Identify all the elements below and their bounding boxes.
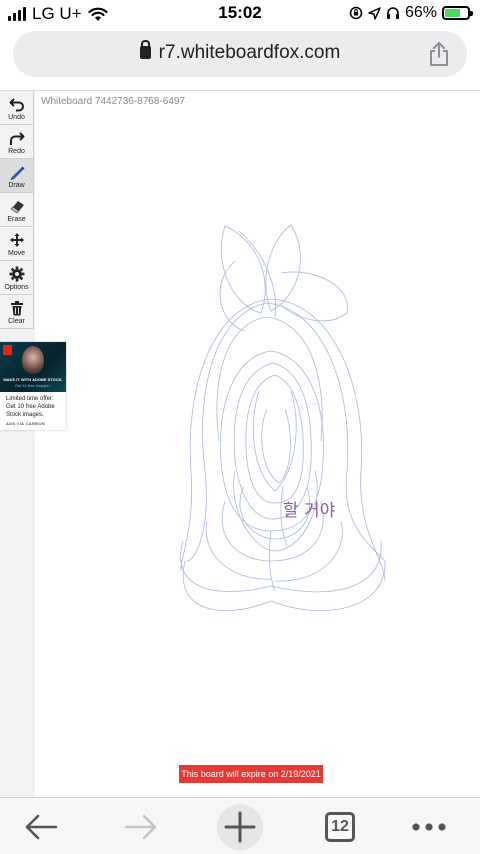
whiteboard-drawing: 할 거야 xyxy=(180,224,386,612)
new-tab-button[interactable] xyxy=(217,804,263,850)
forward-button[interactable] xyxy=(118,798,164,854)
adobe-logo-icon xyxy=(3,345,12,355)
eraser-icon xyxy=(10,201,24,214)
undo-label: Undo xyxy=(8,114,25,121)
battery-icon xyxy=(442,6,473,20)
ad-image[interactable]: MAKE IT WITH ADOBE STOCK. Get 10 free im… xyxy=(0,342,66,392)
address-bar[interactable]: r7.whiteboardfox.com xyxy=(13,31,467,77)
more-icon xyxy=(412,822,446,831)
pencil-icon xyxy=(10,166,24,180)
clear-button[interactable]: Clear xyxy=(0,295,34,329)
share-icon[interactable] xyxy=(427,41,451,67)
expire-banner: This board will expire on 2/19/2021 xyxy=(179,765,323,783)
lock-icon xyxy=(139,40,151,59)
undo-icon xyxy=(9,98,24,112)
back-button[interactable] xyxy=(18,798,64,854)
move-button[interactable]: Move xyxy=(0,227,34,261)
move-label: Move xyxy=(7,250,26,257)
draw-label: Draw xyxy=(8,182,25,189)
forward-arrow-icon xyxy=(124,814,157,839)
browser-bottom-bar: 12 xyxy=(0,797,480,854)
ad-body[interactable]: Limited time offer: Get 10 free Adobe St… xyxy=(0,392,62,419)
location-icon xyxy=(368,6,381,20)
erase-button[interactable]: Erase xyxy=(0,193,34,227)
undo-button[interactable]: Undo xyxy=(0,91,34,125)
url-display[interactable]: r7.whiteboardfox.com xyxy=(13,40,467,64)
clear-label: Clear xyxy=(8,318,25,325)
handwriting-text: 할 거야 xyxy=(283,501,336,521)
trash-icon xyxy=(10,301,23,316)
back-arrow-icon xyxy=(25,814,58,839)
headphones-icon xyxy=(386,7,399,19)
ad-cta[interactable]: Get 10 free images › xyxy=(14,383,52,388)
gear-icon xyxy=(9,266,24,282)
status-bar: LG U+ 15:02 66% xyxy=(0,0,480,28)
more-button[interactable] xyxy=(406,798,452,854)
ad-headline: MAKE IT WITH ADOBE STOCK. xyxy=(3,377,63,382)
redo-label: Redo xyxy=(8,148,25,155)
battery-percent: 66% xyxy=(404,4,437,21)
redo-button[interactable]: Redo xyxy=(0,125,34,159)
url-text: r7.whiteboardfox.com xyxy=(158,42,341,63)
erase-label: Erase xyxy=(7,216,26,223)
options-label: Options xyxy=(4,284,29,291)
carbon-ad[interactable]: MAKE IT WITH ADOBE STOCK. Get 10 free im… xyxy=(0,342,66,430)
draw-button[interactable]: Draw xyxy=(0,159,34,193)
ad-portrait xyxy=(22,346,44,374)
tabs-button[interactable]: 12 xyxy=(317,798,363,854)
orientation-lock-icon xyxy=(349,6,363,20)
ad-via[interactable]: ADS VIA CARBON xyxy=(0,419,66,426)
sketch-strokes xyxy=(180,224,386,612)
redo-icon xyxy=(9,132,24,145)
plus-icon xyxy=(224,811,256,843)
battery-fill xyxy=(445,9,460,17)
tabs-icon: 12 xyxy=(325,811,355,842)
whiteboard-toolbar: Undo Redo Draw Erase Move Options Clear xyxy=(0,91,34,329)
status-right: 66% xyxy=(349,4,473,22)
options-button[interactable]: Options xyxy=(0,261,34,295)
move-icon xyxy=(9,233,24,247)
